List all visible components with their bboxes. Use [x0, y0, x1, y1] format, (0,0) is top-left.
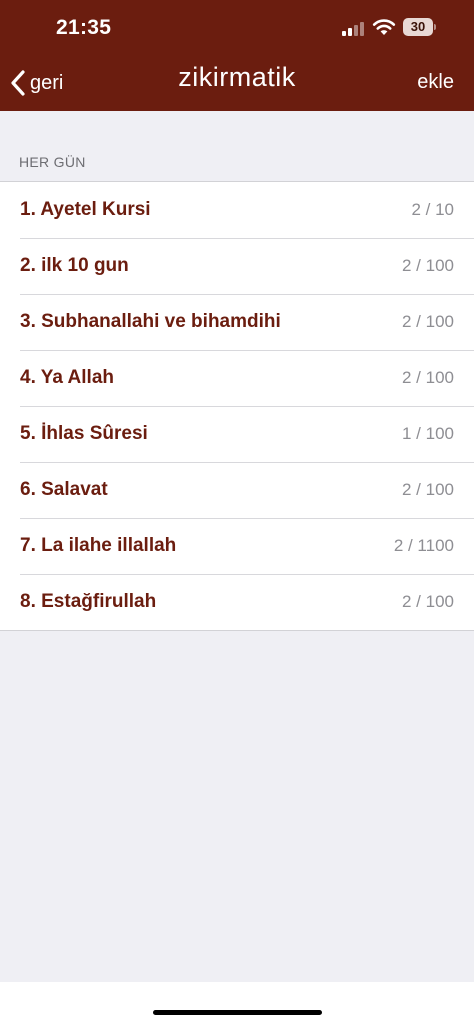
page-title: zikirmatik	[178, 62, 296, 92]
home-indicator[interactable]	[153, 1010, 322, 1015]
item-title: 6. Salavat	[20, 479, 108, 500]
item-title: 8. Estağfirullah	[20, 591, 157, 612]
list-item[interactable]: 6. Salavat 2 / 100	[0, 462, 474, 518]
wifi-icon	[372, 19, 396, 35]
item-count: 2 / 1100	[393, 536, 454, 555]
item-count: 2 / 100	[402, 312, 454, 331]
item-count: 2 / 10	[411, 200, 454, 219]
item-title: 3. Subhanallahi ve bihamdihi	[20, 311, 281, 332]
section-header: HER GÜN	[19, 154, 86, 170]
item-count: 2 / 100	[402, 256, 454, 275]
item-title: 2. ilk 10 gun	[20, 255, 129, 276]
list-item[interactable]: 3. Subhanallahi ve bihamdihi 2 / 100	[0, 294, 474, 350]
list-item[interactable]: 4. Ya Allah 2 / 100	[0, 350, 474, 406]
battery-tip	[434, 24, 436, 30]
list-item[interactable]: 1. Ayetel Kursi 2 / 10	[0, 182, 474, 238]
item-title: 5. İhlas Sûresi	[20, 423, 148, 444]
dhikr-list: 1. Ayetel Kursi 2 / 10 2. ilk 10 gun 2 /…	[0, 181, 474, 631]
item-count: 2 / 100	[402, 592, 454, 611]
item-title: 7. La ilahe illallah	[20, 535, 177, 556]
list-item[interactable]: 7. La ilahe illallah 2 / 1100	[0, 518, 474, 574]
navigation-bar: 21:35 30 geri zikirmatik ekle	[0, 0, 474, 111]
bottom-safe-area	[0, 982, 474, 1024]
item-title: 1. Ayetel Kursi	[20, 199, 151, 220]
list-item[interactable]: 8. Estağfirullah 2 / 100	[0, 574, 474, 630]
add-button[interactable]: ekle	[417, 71, 454, 94]
list-item[interactable]: 2. ilk 10 gun 2 / 100	[0, 238, 474, 294]
cellular-signal-icon	[342, 20, 366, 36]
item-count: 2 / 100	[402, 480, 454, 499]
item-count: 1 / 100	[402, 424, 454, 443]
status-time: 21:35	[56, 16, 112, 39]
list-item[interactable]: 5. İhlas Sûresi 1 / 100	[0, 406, 474, 462]
battery-icon: 30	[403, 18, 433, 36]
item-title: 4. Ya Allah	[20, 367, 114, 388]
item-count: 2 / 100	[402, 368, 454, 387]
